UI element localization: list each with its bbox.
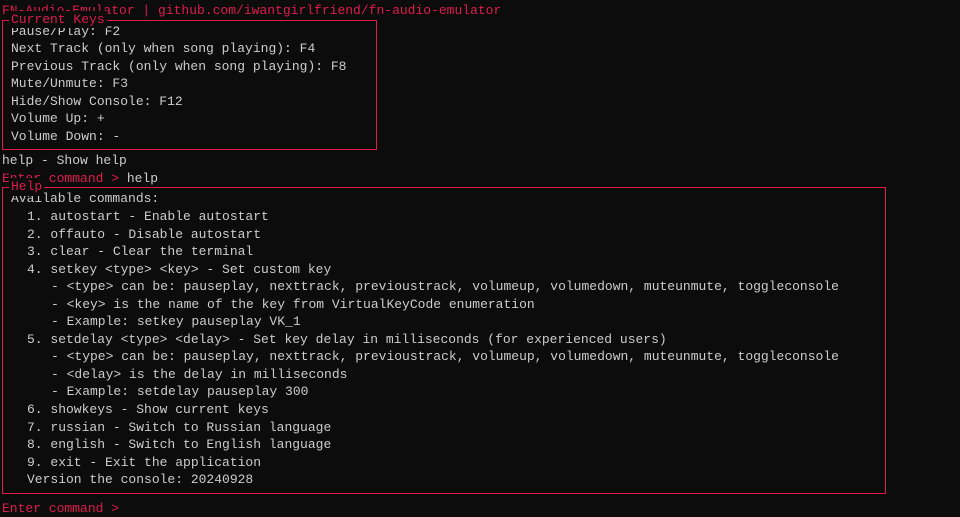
- help-line: Version the console: 20240928: [11, 471, 877, 489]
- current-keys-content: Pause/Play: F2Next Track (only when song…: [11, 23, 368, 146]
- key-binding-line: Previous Track (only when song playing):…: [11, 58, 368, 76]
- help-box-title: Help: [9, 178, 44, 196]
- help-line: - <key> is the name of the key from Virt…: [11, 296, 877, 314]
- prompt-input-value: help: [127, 171, 158, 186]
- key-binding-line: Mute/Unmute: F3: [11, 75, 368, 93]
- help-line: 9. exit - Exit the application: [11, 454, 877, 472]
- help-line: - <type> can be: pauseplay, nexttrack, p…: [11, 278, 877, 296]
- help-heading: Available commands:: [11, 190, 877, 208]
- help-line: - <type> can be: pauseplay, nexttrack, p…: [11, 348, 877, 366]
- key-binding-line: Volume Down: -: [11, 128, 368, 146]
- help-line: - <delay> is the delay in milliseconds: [11, 366, 877, 384]
- help-line: 1. autostart - Enable autostart: [11, 208, 877, 226]
- key-binding-line: Hide/Show Console: F12: [11, 93, 368, 111]
- command-prompt-1: Enter command > help: [0, 170, 960, 188]
- help-line: - Example: setdelay pauseplay 300: [11, 383, 877, 401]
- help-hint: help - Show help: [0, 152, 960, 170]
- help-line: 5. setdelay <type> <delay> - Set key del…: [11, 331, 877, 349]
- help-content: 1. autostart - Enable autostart2. offaut…: [11, 208, 877, 489]
- help-line: - Example: setkey pauseplay VK_1: [11, 313, 877, 331]
- help-line: 2. offauto - Disable autostart: [11, 226, 877, 244]
- help-line: 6. showkeys - Show current keys: [11, 401, 877, 419]
- help-box: Help Available commands: 1. autostart - …: [2, 187, 886, 493]
- current-keys-box: Current Keys Pause/Play: F2Next Track (o…: [2, 20, 377, 151]
- prompt-label: Enter command >: [2, 501, 119, 516]
- app-header: FN-Audio-Emulator | github.com/iwantgirl…: [0, 0, 960, 20]
- help-line: 4. setkey <type> <key> - Set custom key: [11, 261, 877, 279]
- help-line: 8. english - Switch to English language: [11, 436, 877, 454]
- help-line: 3. clear - Clear the terminal: [11, 243, 877, 261]
- key-binding-line: Volume Up: +: [11, 110, 368, 128]
- help-line: 7. russian - Switch to Russian language: [11, 419, 877, 437]
- command-prompt-2[interactable]: Enter command >: [0, 500, 960, 517]
- key-binding-line: Next Track (only when song playing): F4: [11, 40, 368, 58]
- current-keys-title: Current Keys: [9, 11, 107, 29]
